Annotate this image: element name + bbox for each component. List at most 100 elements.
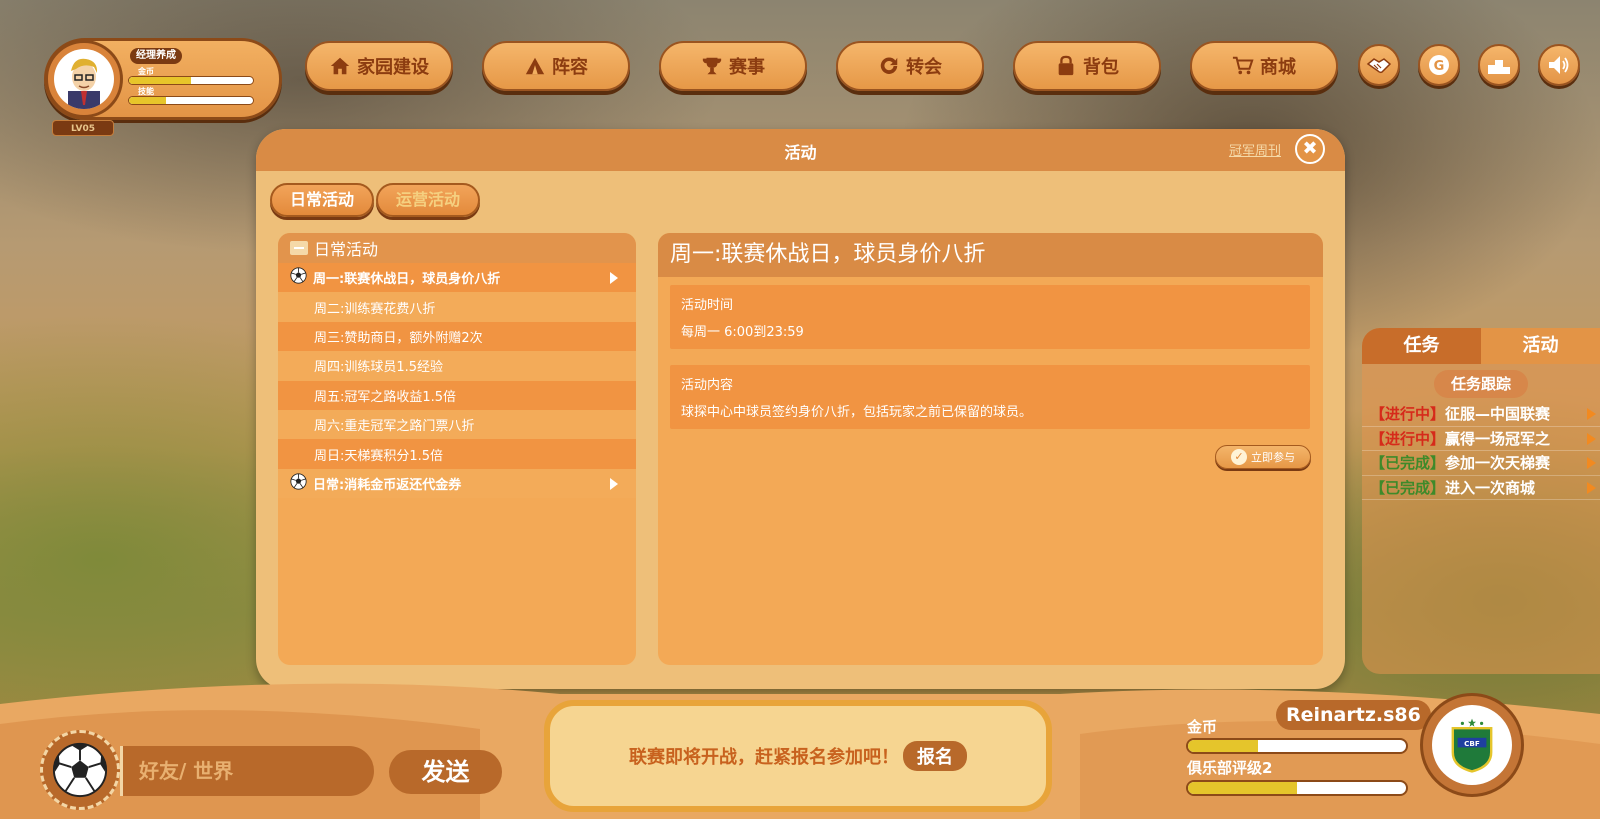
podium-icon: [1488, 60, 1510, 74]
list-header-label: 日常活动: [314, 240, 379, 259]
task-text: 进入一次商城: [1445, 478, 1536, 497]
gold-mini-bar: [128, 76, 254, 85]
list-group-item[interactable]: 周一:联赛休战日，球员身价八折: [278, 263, 636, 293]
expand-arrow-icon[interactable]: [610, 477, 618, 490]
club-badge-button[interactable]: CBF: [1420, 693, 1524, 797]
list-item[interactable]: 周四:训练球员1.5经验: [278, 351, 636, 381]
chat-input[interactable]: 好友/ 世界: [120, 746, 374, 796]
soccer-ball-icon: [52, 742, 108, 798]
close-button[interactable]: ✖: [1295, 134, 1325, 164]
task-text: 征服—中国联赛: [1445, 405, 1551, 424]
time-value: 每周一 6:00到23:59: [681, 325, 804, 340]
g-coin-icon: G: [1429, 55, 1449, 75]
nav-home-button[interactable]: 家园建设: [305, 41, 453, 91]
task-status: 【进行中】: [1370, 429, 1446, 448]
close-icon: ✖: [1302, 138, 1318, 159]
list-item[interactable]: 周二:训练赛花费八折: [278, 292, 636, 322]
gold-label: 金币: [1187, 718, 1218, 736]
list-item-label: 周四:训练球员1.5经验: [314, 360, 444, 376]
avatar[interactable]: [45, 40, 123, 118]
send-button[interactable]: 发送: [389, 750, 502, 794]
task-status: 【已完成】: [1370, 454, 1446, 473]
time-box: 活动时间 每周一 6:00到23:59: [670, 285, 1310, 349]
list-item-label: 周六:重走冠军之路门票八折: [314, 419, 475, 435]
tab-daily[interactable]: 日常活动: [270, 183, 375, 217]
task-item[interactable]: 【已完成】 参加一次天梯赛: [1362, 451, 1600, 476]
ranking-button[interactable]: [1478, 44, 1520, 86]
level-tag: LV05: [52, 120, 114, 136]
task-text: 参加一次天梯赛: [1445, 454, 1551, 473]
nav-transfer-label: 转会: [906, 57, 942, 78]
sound-button[interactable]: [1538, 44, 1580, 86]
cart-icon: [1232, 56, 1254, 75]
nav-lineup-label: 阵容: [552, 57, 588, 78]
bag-icon: [1058, 55, 1074, 76]
task-arrow-icon[interactable]: [1587, 408, 1596, 420]
crest-letters: CBF: [1464, 739, 1480, 748]
tab-activity[interactable]: 活动: [1481, 328, 1600, 364]
list-item-label: 日常:消耗金币返还代金券: [313, 477, 462, 493]
nav-match-button[interactable]: 赛事: [659, 41, 807, 91]
chat-channel-button[interactable]: [40, 730, 120, 810]
list-header[interactable]: 日常活动: [278, 233, 636, 263]
task-item[interactable]: 【进行中】 征服—中国联赛: [1362, 402, 1600, 427]
handshake-icon: [1366, 58, 1392, 74]
task-arrow-icon[interactable]: [1587, 481, 1596, 494]
list-item[interactable]: 周五:冠军之路收益1.5倍: [278, 380, 636, 410]
list-item[interactable]: 周六:重走冠军之路门票八折: [278, 409, 636, 440]
content-value: 球探中心中球员签约身价八折，包括玩家之前已保留的球员。: [681, 405, 1033, 420]
collapse-icon[interactable]: [290, 241, 308, 255]
tab-task[interactable]: 任务: [1362, 328, 1481, 364]
list-group-item[interactable]: 日常:消耗金币返还代金券: [278, 468, 636, 499]
skill-mini-bar: [128, 96, 254, 105]
modal-title: 活动: [784, 143, 817, 162]
modal-header: 活动 冠军周刊 ✖: [256, 129, 1345, 171]
content-box: 活动内容 球探中心中球员签约身价八折，包括玩家之前已保留的球员。: [670, 365, 1310, 429]
nav-home-label: 家园建设: [357, 57, 429, 78]
nav-match-label: 赛事: [729, 57, 765, 78]
expand-arrow-icon[interactable]: [610, 272, 618, 284]
task-item[interactable]: 【进行中】 赢得一场冠军之: [1362, 427, 1600, 451]
nav-transfer-button[interactable]: 转会: [836, 41, 984, 91]
gold-bar: [1186, 738, 1408, 754]
list-item[interactable]: 周三:赞助商日，额外附赠2次: [278, 321, 636, 352]
friends-button[interactable]: [1358, 44, 1400, 86]
nav-bag-button[interactable]: 背包: [1013, 41, 1161, 91]
task-status: 【进行中】: [1370, 405, 1446, 424]
player-name: Reinartz.s86: [1276, 700, 1431, 730]
list-item-label: 周日:天梯赛积分1.5倍: [314, 448, 444, 464]
list-item-label: 周三:赞助商日，额外附赠2次: [314, 330, 483, 346]
task-panel: 任务 活动 任务跟踪 【进行中】 征服—中国联赛 【进行中】 赢得一场冠军之 【已完成】…: [1362, 328, 1600, 674]
soccer-ball-icon: [290, 473, 307, 494]
nav-lineup-button[interactable]: 阵容: [482, 41, 630, 91]
weekly-link[interactable]: 冠军周刊: [1229, 140, 1281, 159]
activity-list: 日常活动 周一:联赛休战日，球员身价八折周二:训练赛花费八折周三:赞助商日，额外…: [278, 233, 636, 665]
club-crest-icon: CBF: [1451, 718, 1493, 773]
tab-operations[interactable]: 运营活动: [376, 183, 481, 217]
trophy-icon: [702, 57, 722, 75]
refresh-icon: [880, 57, 898, 74]
list-item[interactable]: 周日:天梯赛积分1.5倍: [278, 439, 636, 469]
task-arrow-icon[interactable]: [1587, 432, 1596, 445]
task-text: 赢得一场冠军之: [1445, 429, 1551, 448]
list-item-label: 周五:冠军之路收益1.5倍: [314, 389, 457, 405]
nav-shop-label: 商城: [1260, 57, 1296, 78]
nav-bag-label: 背包: [1083, 57, 1119, 78]
profile-title: 经理养成: [130, 48, 182, 64]
speaker-icon: [1549, 56, 1569, 74]
checkmark-icon: ✓: [1231, 449, 1247, 465]
task-status: 【已完成】: [1370, 478, 1446, 497]
join-now-button[interactable]: ✓ 立即参与: [1215, 445, 1311, 469]
task-arrow-icon[interactable]: [1587, 457, 1596, 469]
nav-shop-button[interactable]: 商城: [1190, 41, 1338, 91]
task-item[interactable]: 【已完成】 进入一次商城: [1362, 476, 1600, 500]
club-rating-bar: [1186, 780, 1408, 796]
signup-button[interactable]: 报名: [903, 741, 967, 771]
manager-portrait-icon: [68, 58, 100, 109]
list-item-label: 周一:联赛休战日，球员身价八折: [313, 272, 501, 288]
tent-icon: [525, 57, 545, 75]
league-notice: 联赛即将开战，赶紧报名参加吧！ 报名: [544, 700, 1052, 812]
club-rating-label: 俱乐部评级2: [1187, 759, 1273, 777]
guild-button[interactable]: G: [1418, 44, 1460, 86]
notice-text: 联赛即将开战，赶紧报名参加吧！: [629, 747, 899, 768]
